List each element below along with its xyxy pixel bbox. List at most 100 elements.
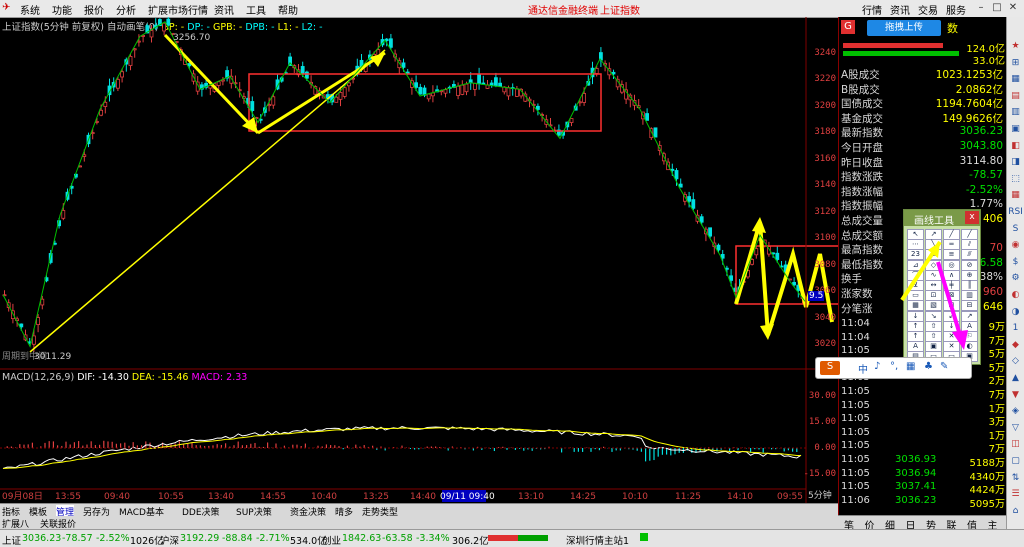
candle-body bbox=[162, 22, 167, 32]
toolbar-icon[interactable]: ▢ bbox=[1008, 454, 1023, 469]
time-label: 10:40 bbox=[311, 492, 337, 502]
menu-item-news[interactable]: 资讯 bbox=[214, 2, 234, 17]
drag-upload-button[interactable]: 拖拽上传 bbox=[867, 20, 941, 36]
peak-label: 3256.70 bbox=[173, 33, 210, 43]
toolbar-icon[interactable]: RSI bbox=[1008, 205, 1023, 220]
quote-row: 国债成交 1194.7604亿 bbox=[841, 96, 1003, 110]
ime-keyboard-icon[interactable]: ▦ bbox=[906, 361, 915, 372]
menu-item-help[interactable]: 帮助 bbox=[278, 2, 298, 17]
status-site[interactable]: 深圳行情主站1 bbox=[566, 533, 629, 547]
toolbar-icon[interactable]: ▦ bbox=[1008, 72, 1023, 87]
toolbar-icon[interactable]: 1 bbox=[1008, 321, 1023, 336]
toolbar-icon[interactable]: ⬚ bbox=[1008, 172, 1023, 187]
candle-body bbox=[443, 89, 448, 94]
trend-line-yellow[interactable] bbox=[29, 49, 386, 353]
ime-skin-icon[interactable]: ♣ bbox=[924, 361, 933, 372]
toolbar-icon[interactable]: ▽ bbox=[1008, 421, 1023, 436]
toolbar-icon[interactable]: ☰ bbox=[1008, 487, 1023, 502]
quote-row: A股成交 1023.1253亿 bbox=[841, 67, 1003, 81]
toolbar-icon[interactable]: ▦ bbox=[1008, 188, 1023, 203]
candle-body bbox=[515, 88, 519, 97]
macd-dea: DEA: -15.46 bbox=[131, 372, 189, 383]
quote-label: 最高指数 bbox=[841, 244, 883, 257]
toolbar-icon[interactable]: ⊞ bbox=[1008, 56, 1023, 71]
top-tab-news[interactable]: 资讯 bbox=[890, 2, 910, 17]
candle-body bbox=[166, 18, 171, 26]
bar-green-value: 33.0亿 bbox=[972, 56, 1005, 67]
status-sz-label: 沪深 bbox=[160, 536, 180, 547]
toolbar-icon[interactable]: ▣ bbox=[1008, 122, 1023, 137]
price-tick: 3080 bbox=[814, 260, 836, 270]
tick-time: 11:04 bbox=[841, 331, 870, 343]
toolbar-icon[interactable]: ★ bbox=[1008, 39, 1023, 54]
time-axis-labels: 09月08日 13:55 09:40 10:55 13:40 14:55 10:40 13:2… bbox=[2, 491, 803, 502]
toolbar-icon[interactable]: ◆ bbox=[1008, 338, 1023, 353]
minimize-icon[interactable]: – bbox=[974, 2, 988, 14]
macd-dif: DIF: -14.30 bbox=[77, 372, 129, 383]
quote-label: 总成交量 bbox=[841, 215, 883, 227]
ime-tool-icon[interactable]: ✎ bbox=[940, 361, 948, 372]
quote-row: 今日开盘 3043.80 bbox=[841, 140, 1003, 154]
maximize-icon[interactable]: □ bbox=[990, 2, 1004, 14]
top-tab-service[interactable]: 服务 bbox=[946, 2, 966, 17]
tick-row: 11:05 3036.93 5188万 bbox=[841, 454, 1005, 469]
toolbar-icon[interactable]: ▥ bbox=[1008, 105, 1023, 120]
price-cursor-tag: 9.5 bbox=[808, 291, 825, 301]
toolbar-icon[interactable]: ◨ bbox=[1008, 155, 1023, 170]
toolbar-icon[interactable]: ⌂ bbox=[1008, 504, 1023, 519]
ime-punct-icon[interactable]: °, bbox=[890, 361, 898, 372]
candle-body bbox=[582, 93, 586, 103]
menu-item-quote[interactable]: 报价 bbox=[84, 2, 104, 17]
menu-item-analysis[interactable]: 分析 bbox=[116, 2, 136, 17]
close-icon[interactable]: ✕ bbox=[1006, 2, 1020, 14]
price-tick: 3020 bbox=[814, 339, 836, 349]
period-label: 5分钟 bbox=[808, 491, 832, 501]
status-cy-value: 1842.63 bbox=[342, 533, 382, 544]
kline-chart[interactable]: 3256.70 周期到中间 3011.29 09月08日 13:55 09:40 10… bbox=[0, 17, 838, 503]
top-tab-quote[interactable]: 行情 bbox=[862, 2, 882, 17]
menu-item-function[interactable]: 功能 bbox=[52, 2, 72, 17]
toolbar-icon[interactable]: S bbox=[1008, 222, 1023, 237]
toolbar-icon[interactable]: ▲ bbox=[1008, 371, 1023, 386]
candle-body bbox=[678, 183, 683, 188]
magenta-arrow-overlay bbox=[900, 240, 968, 350]
quote-row: 最新指数 3036.23 bbox=[841, 125, 1003, 139]
toolbar-icon[interactable]: $ bbox=[1008, 255, 1023, 270]
toolbar-icon[interactable]: ◈ bbox=[1008, 404, 1023, 419]
tick-time: 11:05 bbox=[841, 440, 870, 452]
status-sz-value: 3192.29 bbox=[180, 533, 220, 544]
toolbar-icon[interactable]: ◐ bbox=[1008, 288, 1023, 303]
toolbar-icon[interactable]: ▼ bbox=[1008, 388, 1023, 403]
tick-row: 11:05 3037.41 4424万 bbox=[841, 481, 1005, 496]
toolbar-icon[interactable]: ⇅ bbox=[1008, 471, 1023, 486]
toolbar-icon[interactable]: ◉ bbox=[1008, 238, 1023, 253]
ime-toolbar[interactable]: S 中 ♪ °, ▦ ♣ ✎ bbox=[815, 357, 972, 379]
quote-label: 昨日收盘 bbox=[841, 156, 883, 169]
candle-body bbox=[460, 84, 465, 95]
toolbar-icon[interactable]: ⚙ bbox=[1008, 271, 1023, 286]
toolbar-icon[interactable]: ◧ bbox=[1008, 139, 1023, 154]
quote-value: 2.0862亿 bbox=[955, 83, 1003, 96]
status-bar: 上证 3036.23 -78.57 -2.52% 1026亿 沪深 3192.2… bbox=[0, 529, 1024, 547]
menu-item-tools[interactable]: 工具 bbox=[246, 2, 266, 17]
quote-value: 70 bbox=[989, 242, 1003, 255]
menu-item-extended-market[interactable]: 扩展市场行情 bbox=[148, 2, 208, 17]
toolbar-icon[interactable]: ◑ bbox=[1008, 305, 1023, 320]
ime-mode-button[interactable]: 中 bbox=[858, 361, 868, 376]
toolbar-icon[interactable]: ▤ bbox=[1008, 89, 1023, 104]
candle-body bbox=[103, 101, 108, 107]
menu-item-system[interactable]: 系统 bbox=[20, 2, 40, 17]
zigzag-head-1 bbox=[752, 217, 766, 233]
top-tab-trade[interactable]: 交易 bbox=[918, 2, 938, 17]
candle-body bbox=[611, 71, 616, 75]
draw-tool-titlebar[interactable]: 画线工具 x bbox=[904, 210, 980, 227]
toolbar-icon[interactable]: ◇ bbox=[1008, 354, 1023, 369]
rectangle-annotation-1[interactable] bbox=[248, 73, 602, 132]
toolbar-icon[interactable]: ◫ bbox=[1008, 437, 1023, 452]
ime-moon-icon[interactable]: ♪ bbox=[874, 361, 880, 372]
tick-vol: 5095万 bbox=[969, 498, 1005, 510]
draw-tool-close-button[interactable]: x bbox=[965, 211, 979, 224]
candle-body bbox=[216, 81, 221, 86]
arrow-line-up[interactable] bbox=[257, 51, 386, 135]
candle-body bbox=[401, 62, 406, 68]
